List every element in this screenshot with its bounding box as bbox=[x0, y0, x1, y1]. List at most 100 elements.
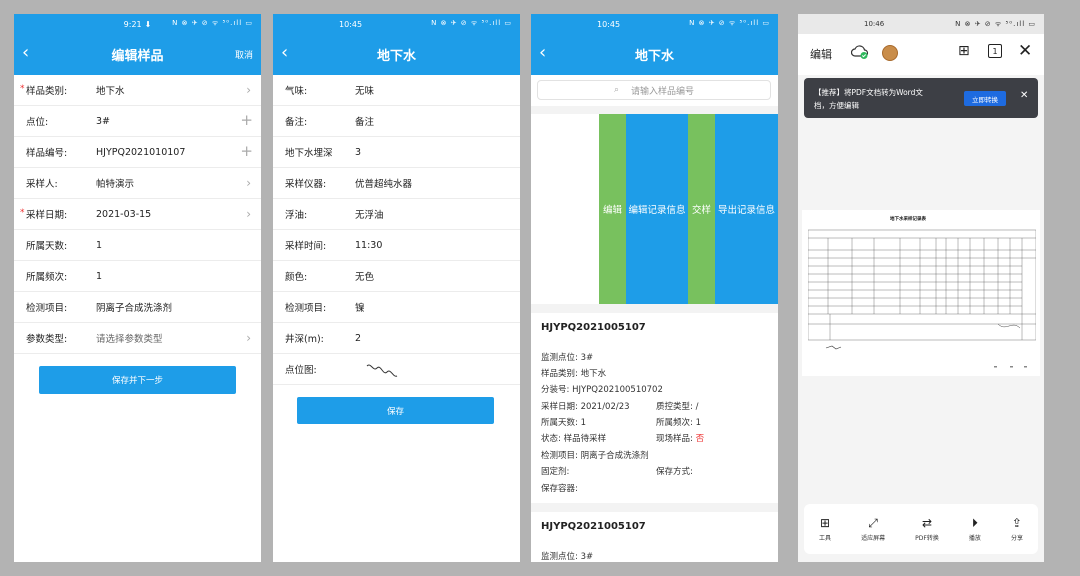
status-bar: 9:21 ⬇ N ⊗ ✈ ⊘ ᯤ ⁵⁰.ıll ▭ bbox=[14, 14, 261, 34]
form-row[interactable]: 采样人: 帕特演示 › bbox=[14, 168, 261, 199]
sample-card[interactable]: HJYPQ2021005107 监测点位: 3# bbox=[531, 512, 778, 562]
field-sample: 现场样品: 否 bbox=[656, 432, 704, 444]
status-icons: N ⊗ ✈ ⊘ ᯤ ⁵⁰.ıll ▭ bbox=[172, 19, 253, 27]
required-mark: * bbox=[20, 208, 25, 218]
form-row[interactable]: 采样时间: 11:30 bbox=[273, 230, 520, 261]
save-button[interactable]: 保存 bbox=[297, 397, 494, 424]
field-value: 无色 bbox=[355, 272, 375, 283]
field-value: 11:30 bbox=[355, 239, 383, 251]
monitor-point: 监测点位: 3# bbox=[541, 552, 594, 562]
field-label: 点位: bbox=[26, 117, 49, 128]
plus-icon[interactable]: + bbox=[240, 111, 253, 129]
chevron-right-icon: › bbox=[246, 176, 251, 190]
field-sample-value: 否 bbox=[695, 434, 705, 444]
share-button[interactable]: ⇪ 分享 bbox=[1011, 516, 1023, 542]
form-row[interactable]: 采样仪器: 优普超纯水器 bbox=[273, 168, 520, 199]
form-list: * 样品类别: 地下水 › 点位: 3# + 样品编号: HJYPQ2021010107 + 采样人… bbox=[14, 75, 261, 354]
sample-card[interactable]: HJYPQ2021005107 监测点位: 3# 样品类别: 地下水 分装号: … bbox=[531, 313, 778, 503]
field-value: 优普超纯水器 bbox=[355, 179, 413, 190]
status-icons: N ⊗ ✈ ⊘ ᯤ ⁵⁰.ıll ▭ bbox=[955, 20, 1036, 28]
field-label: 气味: bbox=[285, 86, 308, 97]
form-row[interactable]: 点位: 3# + bbox=[14, 106, 261, 137]
viewer-header: 10:46 N ⊗ ✈ ⊘ ᯤ ⁵⁰.ıll ▭ 编辑 ⊞ 1 ✕ bbox=[798, 14, 1044, 75]
field-value: 帕特演示 bbox=[96, 179, 135, 190]
form-row[interactable]: 参数类型: 请选择参数类型 › bbox=[14, 323, 261, 354]
pdf-page[interactable]: 地下水采样记录表 bbox=[802, 210, 1040, 376]
phone-groundwater-list: 10:45 N ⊗ ✈ ⊘ ᯤ ⁵⁰.ıll ▭ ‹ 地下水 ⌕ 请输入样品编号… bbox=[531, 14, 778, 562]
form-row[interactable]: 颜色: 无色 bbox=[273, 261, 520, 292]
back-arrow-icon[interactable]: ‹ bbox=[539, 44, 546, 62]
field-label: 样品编号: bbox=[26, 148, 68, 159]
nav-bar: ‹ 地下水 bbox=[273, 34, 520, 75]
page-title: 地下水 bbox=[376, 49, 416, 64]
tab-count-icon[interactable]: 1 bbox=[988, 44, 1002, 58]
field-label: 参数类型: bbox=[26, 334, 68, 345]
play-button[interactable]: ⏵ 播放 bbox=[969, 516, 981, 542]
form-row[interactable]: 检测项目: 阴离子合成洗涤剂 bbox=[14, 292, 261, 323]
cloud-sync-icon[interactable] bbox=[851, 44, 869, 60]
form-row[interactable]: 检测项目: 镍 bbox=[273, 292, 520, 323]
doc-table bbox=[808, 229, 1036, 368]
field-label: 所属频次: bbox=[26, 272, 68, 283]
form-row[interactable]: * 采样日期: 2021-03-15 › bbox=[14, 199, 261, 230]
edit-record-action-button[interactable]: 编辑记录信息 bbox=[626, 114, 688, 304]
bottom-toolbar: ⊞ 工具 ⤢ 适应屏幕 ⇄ PDF转换 ⏵ 播放 ⇪ 分享 bbox=[804, 504, 1038, 554]
close-icon[interactable]: ✕ bbox=[1018, 41, 1032, 61]
field-sample-label: 现场样品: bbox=[656, 434, 693, 444]
form-row[interactable]: 井深(m): 2 bbox=[273, 323, 520, 354]
pdf-convert-button[interactable]: ⇄ PDF转换 bbox=[915, 516, 939, 542]
back-arrow-icon[interactable]: ‹ bbox=[22, 44, 29, 62]
point-map-sketch[interactable] bbox=[365, 360, 399, 382]
edit-action-button[interactable]: 编辑 bbox=[599, 114, 626, 304]
recommend-banner: 【推荐】将PDF文档转为Word文 档，方便编辑 立即转换 ✕ bbox=[804, 78, 1038, 118]
qc-type: 质控类型: / bbox=[656, 402, 699, 412]
avatar[interactable] bbox=[882, 45, 898, 61]
field-value: 无浮油 bbox=[355, 210, 384, 221]
tools-button[interactable]: ⊞ 工具 bbox=[819, 516, 831, 542]
pdf-convert-label: PDF转换 bbox=[915, 535, 939, 542]
split-number: 分装号: HJYPQ202100510702 bbox=[541, 385, 663, 395]
banner-close-icon[interactable]: ✕ bbox=[1020, 90, 1028, 101]
save-next-button[interactable]: 保存并下一步 bbox=[39, 366, 236, 394]
field-label: 点位图: bbox=[285, 365, 317, 376]
form-row[interactable]: 样品编号: HJYPQ2021010107 + bbox=[14, 137, 261, 168]
form-row[interactable]: 浮油: 无浮油 bbox=[273, 199, 520, 230]
edit-button[interactable]: 编辑 bbox=[810, 46, 832, 62]
export-record-action-button[interactable]: 导出记录信息 bbox=[715, 114, 778, 304]
form-row[interactable]: 所属频次: 1 bbox=[14, 261, 261, 292]
sample-state: 状态: 样品待采样 bbox=[541, 434, 607, 444]
field-label: 地下水埋深 bbox=[285, 148, 333, 159]
convert-now-button[interactable]: 立即转换 bbox=[964, 91, 1006, 106]
fit-screen-label: 适应屏幕 bbox=[861, 535, 886, 542]
search-input[interactable]: ⌕ 请输入样品编号 bbox=[537, 80, 771, 100]
pdf-convert-icon: ⇄ bbox=[921, 516, 933, 530]
doc-title: 地下水采样记录表 bbox=[890, 217, 926, 222]
nav-bar: ‹ 地下水 bbox=[531, 34, 778, 75]
submit-sample-action-button[interactable]: 交样 bbox=[688, 114, 715, 304]
form-list: 气味: 无味 备注: 备注地下水埋深 3 采样仪器: 优普超纯水器 浮油: 无浮油采样时间: 11… bbox=[273, 75, 520, 385]
field-label: 检测项目: bbox=[285, 303, 327, 314]
grid-view-icon[interactable]: ⊞ bbox=[958, 43, 970, 59]
sample-number: HJYPQ2021005107 bbox=[541, 521, 646, 532]
phone-pdf-viewer: 10:46 N ⊗ ✈ ⊘ ᯤ ⁵⁰.ıll ▭ 编辑 ⊞ 1 ✕ 【推荐】将P… bbox=[798, 14, 1044, 562]
fixative: 固定剂: bbox=[541, 467, 570, 477]
monitor-point: 监测点位: 3# bbox=[541, 353, 594, 363]
form-row[interactable]: 所属天数: 1 bbox=[14, 230, 261, 261]
plus-icon[interactable]: + bbox=[240, 142, 253, 160]
field-label: 采样时间: bbox=[285, 241, 327, 252]
form-row[interactable]: * 样品类别: 地下水 › bbox=[14, 75, 261, 106]
status-time: 10:45 bbox=[339, 19, 363, 29]
field-label: 采样人: bbox=[26, 179, 58, 190]
form-row[interactable]: 气味: 无味 bbox=[273, 75, 520, 106]
cancel-button[interactable]: 取消 bbox=[235, 48, 253, 61]
header: 10:45 N ⊗ ✈ ⊘ ᯤ ⁵⁰.ıll ▭ ‹ 地下水 bbox=[531, 14, 778, 75]
field-label: 采样日期: bbox=[26, 210, 68, 221]
status-time: 10:46 bbox=[864, 20, 885, 28]
fit-screen-icon: ⤢ bbox=[868, 516, 878, 530]
form-row[interactable]: 地下水埋深 3 bbox=[273, 137, 520, 168]
field-value: 3# bbox=[96, 115, 111, 127]
fit-screen-button[interactable]: ⤢ 适应屏幕 bbox=[861, 516, 885, 542]
field-value: 3 bbox=[355, 146, 362, 158]
back-arrow-icon[interactable]: ‹ bbox=[281, 44, 288, 62]
form-row[interactable]: 备注: 备注 bbox=[273, 106, 520, 137]
